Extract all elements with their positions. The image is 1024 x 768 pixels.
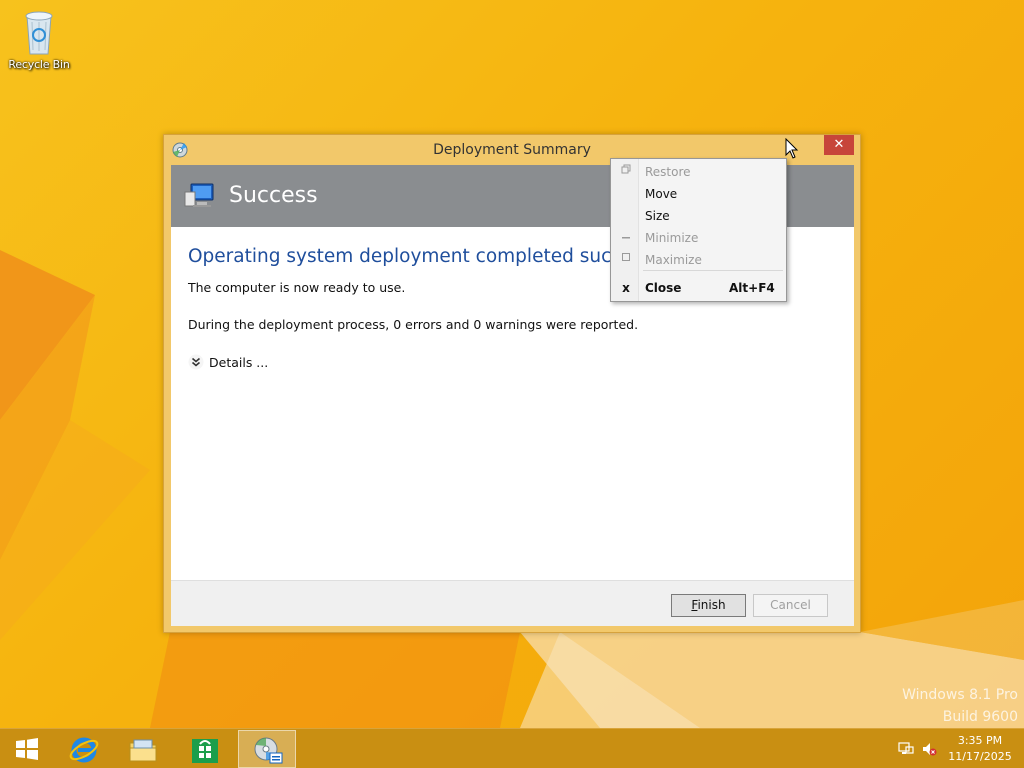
taskbar-clock[interactable]: 3:35 PM 11/17/2025 <box>940 733 1020 765</box>
taskbar-store[interactable] <box>177 730 233 768</box>
minimize-icon <box>619 227 633 249</box>
chevron-down-icon <box>188 354 204 370</box>
cancel-button[interactable]: Cancel <box>753 594 828 617</box>
finish-button[interactable]: Finish <box>671 594 746 617</box>
system-menu: Restore Move Size Minimize Maximize x Cl… <box>610 158 787 302</box>
ready-message: The computer is now ready to use. <box>188 280 406 295</box>
menu-item-restore[interactable]: Restore <box>611 161 786 183</box>
banner-title: Success <box>229 183 318 208</box>
menu-item-close[interactable]: x Close Alt+F4 <box>611 277 786 299</box>
menu-label-close: Close <box>645 281 682 295</box>
deployment-disc-icon <box>254 737 283 764</box>
taskbar-file-explorer[interactable] <box>115 730 171 768</box>
internet-explorer-icon <box>69 737 99 763</box>
taskbar: 3:35 PM 11/17/2025 <box>0 728 1024 768</box>
details-expander[interactable]: Details ... <box>188 353 268 371</box>
details-label: Details ... <box>209 354 269 370</box>
start-button[interactable] <box>0 730 56 768</box>
close-icon: x <box>622 281 630 295</box>
taskbar-deployment-wizard[interactable] <box>238 730 296 768</box>
clock-time: 3:35 PM <box>957 734 1003 747</box>
menu-item-minimize[interactable]: Minimize <box>611 227 786 249</box>
mouse-cursor <box>785 138 799 159</box>
watermark-edition: Windows 8.1 Pro <box>902 687 1018 703</box>
recycle-bin-icon <box>19 8 59 56</box>
recycle-bin-shortcut[interactable]: Recycle Bin <box>4 8 74 71</box>
store-icon <box>192 739 218 763</box>
dialog-title: Deployment Summary <box>433 142 591 158</box>
computer-icon <box>183 182 215 210</box>
menu-label-maximize: Maximize <box>645 253 702 267</box>
close-button[interactable]: ✕ <box>824 135 854 155</box>
recycle-bin-label: Recycle Bin <box>8 58 70 71</box>
maximize-icon <box>619 249 633 271</box>
network-disconnected-icon[interactable] <box>898 741 914 757</box>
volume-muted-icon[interactable] <box>921 741 937 757</box>
menu-item-maximize[interactable]: Maximize <box>611 249 786 271</box>
menu-item-size[interactable]: Size <box>611 205 786 227</box>
menu-label-size: Size <box>645 209 670 223</box>
os-watermark: Windows 8.1 Pro Build 9600 <box>902 684 1018 728</box>
folder-icon <box>129 739 157 762</box>
menu-accel-close: Alt+F4 <box>729 281 775 295</box>
restore-icon <box>619 161 633 183</box>
menu-label-move: Move <box>645 187 678 201</box>
menu-label-minimize: Minimize <box>645 231 699 245</box>
clock-date: 11/17/2025 <box>948 750 1012 763</box>
windows-logo-icon <box>16 738 38 760</box>
report-message: During the deployment process, 0 errors … <box>188 317 639 332</box>
taskbar-internet-explorer[interactable] <box>56 730 112 768</box>
menu-separator <box>643 270 783 271</box>
menu-label-restore: Restore <box>645 165 691 179</box>
watermark-build: Build 9600 <box>942 709 1018 725</box>
dialog-footer: Finish Cancel <box>171 580 854 626</box>
menu-item-move[interactable]: Move <box>611 183 786 205</box>
finish-label: inish <box>697 598 726 612</box>
